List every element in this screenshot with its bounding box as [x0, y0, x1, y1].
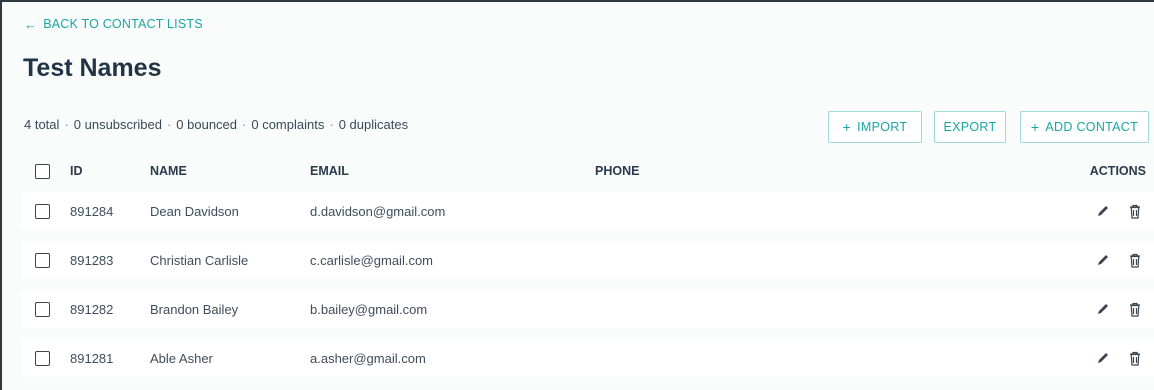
cell-id: 891282	[70, 301, 114, 317]
plus-icon: +	[1030, 119, 1040, 135]
cell-email: b.bailey@gmail.com	[310, 301, 428, 317]
plus-icon: +	[842, 119, 852, 135]
import-button-label: IMPORT	[857, 120, 908, 134]
stat-total: 4 total	[24, 117, 60, 132]
arrow-left-icon: ←	[24, 16, 38, 32]
header-name[interactable]: NAME	[150, 164, 187, 178]
row-checkbox[interactable]	[35, 203, 50, 219]
pencil-icon[interactable]	[1096, 203, 1110, 219]
add-contact-button-label: ADD CONTACT	[1045, 120, 1139, 134]
trash-icon[interactable]	[1128, 301, 1142, 317]
cell-name: Able Asher	[150, 350, 213, 366]
trash-icon[interactable]	[1128, 252, 1142, 268]
table-header-row: ID NAME EMAIL PHONE ACTIONS	[22, 152, 1154, 190]
row-actions	[1096, 252, 1142, 268]
trash-icon[interactable]	[1128, 203, 1142, 219]
back-link-label: BACK TO CONTACT LISTS	[43, 17, 203, 31]
pencil-icon[interactable]	[1096, 252, 1110, 268]
cell-email: a.asher@gmail.com	[310, 350, 426, 366]
stat-unsubscribed: 0 unsubscribed	[73, 117, 162, 132]
list-stats: 4 total · 0 unsubscribed · 0 bounced · 0…	[24, 117, 408, 132]
stat-separator: ·	[64, 117, 69, 132]
cell-email: d.davidson@gmail.com	[310, 203, 446, 219]
cell-name: Christian Carlisle	[150, 252, 249, 268]
cell-email: c.carlisle@gmail.com	[310, 252, 433, 268]
cell-name: Brandon Bailey	[150, 301, 239, 317]
stat-separator: ·	[329, 117, 334, 132]
cell-id: 891283	[70, 252, 114, 268]
row-actions	[1096, 203, 1142, 219]
export-button[interactable]: EXPORT	[934, 111, 1006, 143]
stat-separator: ·	[242, 117, 247, 132]
row-actions	[1096, 301, 1142, 317]
table-row[interactable]: 891284 Dean Davidson d.davidson@gmail.co…	[22, 192, 1154, 230]
row-checkbox[interactable]	[35, 301, 50, 317]
pencil-icon[interactable]	[1096, 350, 1110, 366]
stat-duplicates: 0 duplicates	[338, 117, 409, 132]
export-button-label: EXPORT	[943, 120, 997, 134]
cell-id: 891281	[70, 350, 114, 366]
cell-name: Dean Davidson	[150, 203, 239, 219]
table-row[interactable]: 891283 Christian Carlisle c.carlisle@gma…	[22, 241, 1154, 279]
select-all-checkbox[interactable]	[35, 163, 50, 179]
contact-list-page: ← BACK TO CONTACT LISTS Test Names 4 tot…	[0, 0, 1154, 390]
trash-icon[interactable]	[1128, 350, 1142, 366]
contacts-table: ID NAME EMAIL PHONE ACTIONS 891284 Dean …	[22, 152, 1154, 388]
row-actions	[1096, 350, 1142, 366]
row-checkbox[interactable]	[35, 350, 50, 366]
cell-id: 891284	[70, 203, 114, 219]
stat-separator: ·	[166, 117, 172, 132]
header-id[interactable]: ID	[70, 164, 83, 178]
header-actions: ACTIONS	[1089, 164, 1146, 178]
stat-bounced: 0 bounced	[176, 117, 238, 132]
back-to-contact-lists-link[interactable]: ← BACK TO CONTACT LISTS	[24, 17, 203, 31]
pencil-icon[interactable]	[1096, 301, 1110, 317]
import-button[interactable]: + IMPORT	[828, 111, 922, 143]
table-row[interactable]: 891282 Brandon Bailey b.bailey@gmail.com	[22, 290, 1154, 328]
page-title: Test Names	[23, 54, 162, 82]
add-contact-button[interactable]: + ADD CONTACT	[1020, 111, 1149, 143]
row-checkbox[interactable]	[35, 252, 50, 268]
table-row[interactable]: 891281 Able Asher a.asher@gmail.com	[22, 339, 1154, 377]
header-phone[interactable]: PHONE	[595, 164, 639, 178]
header-email[interactable]: EMAIL	[310, 164, 349, 178]
stat-complaints: 0 complaints	[251, 117, 325, 132]
